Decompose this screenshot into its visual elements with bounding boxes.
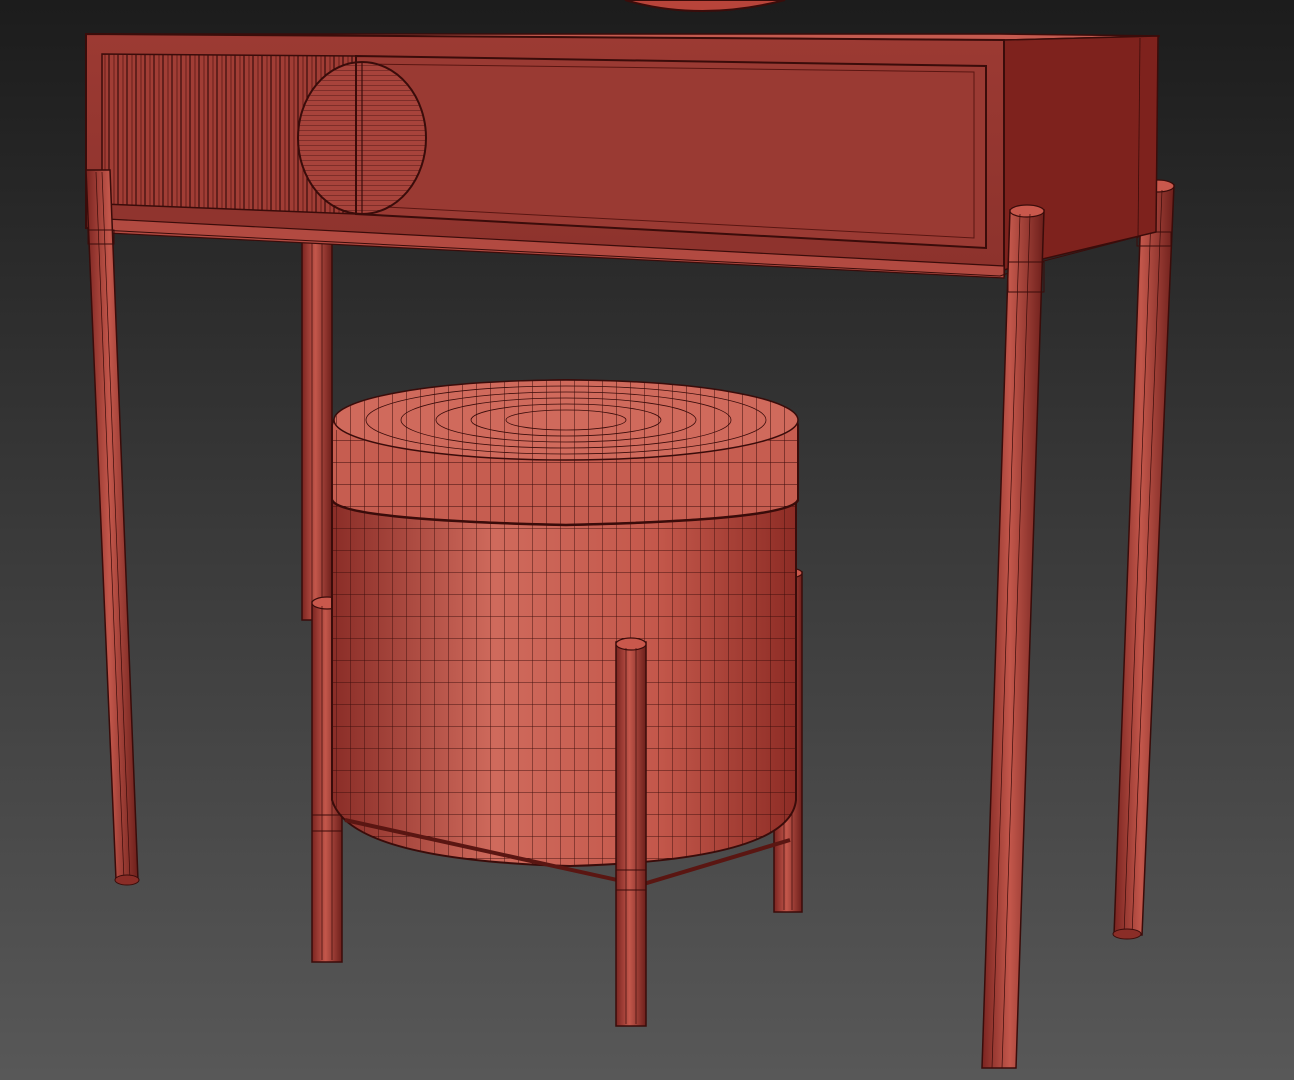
drawer-front bbox=[355, 54, 987, 250]
viewport-render bbox=[0, 0, 1294, 1080]
table-back-left-leg bbox=[301, 239, 333, 621]
round-disc-ornament bbox=[297, 61, 427, 215]
pouf-front-leg bbox=[615, 637, 647, 1027]
